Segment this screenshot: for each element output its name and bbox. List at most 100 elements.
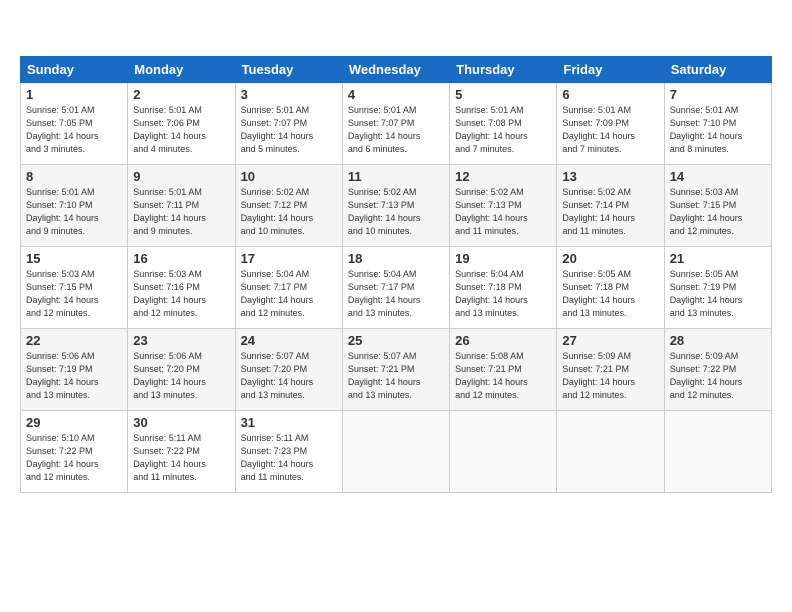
day-number: 15 <box>26 251 122 266</box>
day-content: Sunrise: 5:03 AM Sunset: 7:15 PM Dayligh… <box>670 186 766 238</box>
calendar-cell: 5 Sunrise: 5:01 AM Sunset: 7:08 PM Daylig… <box>450 83 557 165</box>
day-number: 1 <box>26 87 122 102</box>
day-number: 13 <box>562 169 658 184</box>
day-content: Sunrise: 5:01 AM Sunset: 7:06 PM Dayligh… <box>133 104 229 156</box>
day-number: 16 <box>133 251 229 266</box>
day-content: Sunrise: 5:07 AM Sunset: 7:20 PM Dayligh… <box>241 350 337 402</box>
day-number: 30 <box>133 415 229 430</box>
day-content: Sunrise: 5:08 AM Sunset: 7:21 PM Dayligh… <box>455 350 551 402</box>
day-number: 26 <box>455 333 551 348</box>
logo <box>20 20 22 48</box>
day-number: 31 <box>241 415 337 430</box>
day-content: Sunrise: 5:11 AM Sunset: 7:23 PM Dayligh… <box>241 432 337 484</box>
day-header-friday: Friday <box>557 57 664 83</box>
calendar-cell: 4Sunrise: 5:01 AM Sunset: 7:07 PM Daylig… <box>342 83 449 165</box>
day-number: 10 <box>241 169 337 184</box>
calendar-cell: 26 Sunrise: 5:08 AM Sunset: 7:21 PM Dayli… <box>450 329 557 411</box>
day-content: Sunrise: 5:01 AM Sunset: 7:09 PM Dayligh… <box>562 104 658 156</box>
calendar-cell <box>450 411 557 493</box>
day-number: 9 <box>133 169 229 184</box>
day-content: Sunrise: 5:04 AM Sunset: 7:18 PM Dayligh… <box>455 268 551 320</box>
calendar-cell: 13 Sunrise: 5:02 AM Sunset: 7:14 PM Dayli… <box>557 165 664 247</box>
calendar-cell: 20Sunrise: 5:05 AM Sunset: 7:18 PM Dayli… <box>557 247 664 329</box>
calendar-cell: 25Sunrise: 5:07 AM Sunset: 7:21 PM Dayli… <box>342 329 449 411</box>
calendar-cell: 3 Sunrise: 5:01 AM Sunset: 7:07 PM Daylig… <box>235 83 342 165</box>
calendar-cell: 18 Sunrise: 5:04 AM Sunset: 7:17 PM Dayli… <box>342 247 449 329</box>
calendar-cell: 8 Sunrise: 5:01 AM Sunset: 7:10 PM Daylig… <box>21 165 128 247</box>
calendar-cell: 27 Sunrise: 5:09 AM Sunset: 7:21 PM Dayli… <box>557 329 664 411</box>
day-header-tuesday: Tuesday <box>235 57 342 83</box>
page: SundayMondayTuesdayWednesdayThursdayFrid… <box>0 0 792 612</box>
day-content: Sunrise: 5:01 AM Sunset: 7:11 PM Dayligh… <box>133 186 229 238</box>
day-header-monday: Monday <box>128 57 235 83</box>
calendar-cell: 16 Sunrise: 5:03 AM Sunset: 7:16 PM Dayli… <box>128 247 235 329</box>
day-number: 24 <box>241 333 337 348</box>
day-content: Sunrise: 5:09 AM Sunset: 7:22 PM Dayligh… <box>670 350 766 402</box>
day-content: Sunrise: 5:05 AM Sunset: 7:18 PM Dayligh… <box>562 268 658 320</box>
calendar-cell: 30 Sunrise: 5:11 AM Sunset: 7:22 PM Dayli… <box>128 411 235 493</box>
calendar-cell: 29 Sunrise: 5:10 AM Sunset: 7:22 PM Dayli… <box>21 411 128 493</box>
calendar-cell: 11 Sunrise: 5:02 AM Sunset: 7:13 PM Dayli… <box>342 165 449 247</box>
day-number: 25 <box>348 333 444 348</box>
day-content: Sunrise: 5:06 AM Sunset: 7:19 PM Dayligh… <box>26 350 122 402</box>
day-number: 14 <box>670 169 766 184</box>
day-content: Sunrise: 5:01 AM Sunset: 7:10 PM Dayligh… <box>670 104 766 156</box>
calendar-cell: 31 Sunrise: 5:11 AM Sunset: 7:23 PM Dayli… <box>235 411 342 493</box>
day-content: Sunrise: 5:06 AM Sunset: 7:20 PM Dayligh… <box>133 350 229 402</box>
day-number: 23 <box>133 333 229 348</box>
calendar-week-1: 1 Sunrise: 5:01 AM Sunset: 7:05 PM Daylig… <box>21 83 772 165</box>
day-number: 12 <box>455 169 551 184</box>
day-content: Sunrise: 5:03 AM Sunset: 7:16 PM Dayligh… <box>133 268 229 320</box>
day-content: Sunrise: 5:01 AM Sunset: 7:08 PM Dayligh… <box>455 104 551 156</box>
calendar-week-2: 8 Sunrise: 5:01 AM Sunset: 7:10 PM Daylig… <box>21 165 772 247</box>
calendar-cell: 10Sunrise: 5:02 AM Sunset: 7:12 PM Dayli… <box>235 165 342 247</box>
day-content: Sunrise: 5:04 AM Sunset: 7:17 PM Dayligh… <box>348 268 444 320</box>
day-number: 28 <box>670 333 766 348</box>
day-number: 29 <box>26 415 122 430</box>
calendar-cell: 24 Sunrise: 5:07 AM Sunset: 7:20 PM Dayli… <box>235 329 342 411</box>
calendar-cell: 28 Sunrise: 5:09 AM Sunset: 7:22 PM Dayli… <box>664 329 771 411</box>
day-number: 4 <box>348 87 444 102</box>
calendar-cell: 22 Sunrise: 5:06 AM Sunset: 7:19 PM Dayli… <box>21 329 128 411</box>
day-content: Sunrise: 5:03 AM Sunset: 7:15 PM Dayligh… <box>26 268 122 320</box>
day-content: Sunrise: 5:01 AM Sunset: 7:07 PM Dayligh… <box>241 104 337 156</box>
calendar-cell <box>664 411 771 493</box>
day-content: Sunrise: 5:02 AM Sunset: 7:14 PM Dayligh… <box>562 186 658 238</box>
day-number: 2 <box>133 87 229 102</box>
day-number: 3 <box>241 87 337 102</box>
calendar-cell: 23 Sunrise: 5:06 AM Sunset: 7:20 PM Dayli… <box>128 329 235 411</box>
day-content: Sunrise: 5:02 AM Sunset: 7:13 PM Dayligh… <box>455 186 551 238</box>
day-number: 21 <box>670 251 766 266</box>
calendar-cell <box>557 411 664 493</box>
calendar-week-5: 29 Sunrise: 5:10 AM Sunset: 7:22 PM Dayli… <box>21 411 772 493</box>
calendar-cell: 6 Sunrise: 5:01 AM Sunset: 7:09 PM Daylig… <box>557 83 664 165</box>
day-content: Sunrise: 5:11 AM Sunset: 7:22 PM Dayligh… <box>133 432 229 484</box>
day-number: 18 <box>348 251 444 266</box>
calendar-cell: 2 Sunrise: 5:01 AM Sunset: 7:06 PM Daylig… <box>128 83 235 165</box>
day-header-saturday: Saturday <box>664 57 771 83</box>
day-number: 19 <box>455 251 551 266</box>
calendar-cell <box>342 411 449 493</box>
calendar-cell: 7Sunrise: 5:01 AM Sunset: 7:10 PM Daylig… <box>664 83 771 165</box>
calendar-header-row: SundayMondayTuesdayWednesdayThursdayFrid… <box>21 57 772 83</box>
day-number: 5 <box>455 87 551 102</box>
day-number: 6 <box>562 87 658 102</box>
calendar-cell: 21 Sunrise: 5:05 AM Sunset: 7:19 PM Dayli… <box>664 247 771 329</box>
day-content: Sunrise: 5:01 AM Sunset: 7:05 PM Dayligh… <box>26 104 122 156</box>
header <box>20 16 772 48</box>
day-number: 11 <box>348 169 444 184</box>
day-number: 22 <box>26 333 122 348</box>
day-content: Sunrise: 5:10 AM Sunset: 7:22 PM Dayligh… <box>26 432 122 484</box>
day-number: 17 <box>241 251 337 266</box>
day-content: Sunrise: 5:02 AM Sunset: 7:13 PM Dayligh… <box>348 186 444 238</box>
calendar-week-4: 22 Sunrise: 5:06 AM Sunset: 7:19 PM Dayli… <box>21 329 772 411</box>
day-number: 8 <box>26 169 122 184</box>
day-content: Sunrise: 5:01 AM Sunset: 7:10 PM Dayligh… <box>26 186 122 238</box>
day-header-sunday: Sunday <box>21 57 128 83</box>
day-content: Sunrise: 5:09 AM Sunset: 7:21 PM Dayligh… <box>562 350 658 402</box>
day-content: Sunrise: 5:05 AM Sunset: 7:19 PM Dayligh… <box>670 268 766 320</box>
calendar-cell: 1 Sunrise: 5:01 AM Sunset: 7:05 PM Daylig… <box>21 83 128 165</box>
day-number: 27 <box>562 333 658 348</box>
calendar-cell: 9 Sunrise: 5:01 AM Sunset: 7:11 PM Daylig… <box>128 165 235 247</box>
day-header-wednesday: Wednesday <box>342 57 449 83</box>
